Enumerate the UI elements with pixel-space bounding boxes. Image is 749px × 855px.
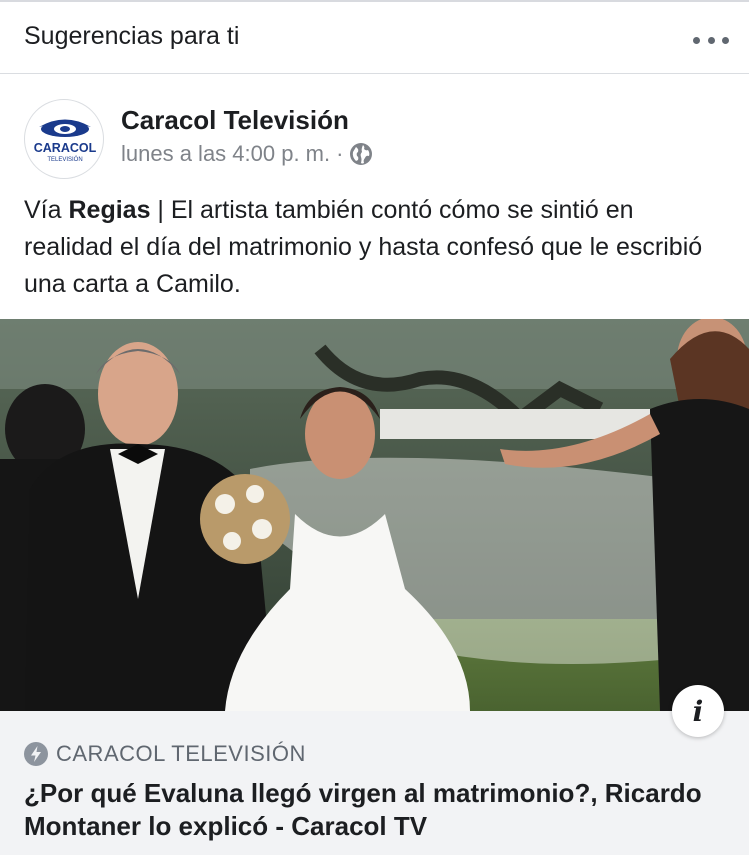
caracol-logo: CARACOL TELEVISIÓN <box>34 119 97 163</box>
suggestions-header: Sugerencias para ti <box>0 2 749 74</box>
logo-subword: TELEVISIÓN <box>47 156 82 163</box>
wedding-photo <box>0 319 749 711</box>
more-horizontal-icon[interactable] <box>693 28 729 52</box>
page-avatar[interactable]: CARACOL TELEVISIÓN <box>24 99 104 179</box>
suggestions-title: Sugerencias para ti <box>24 22 240 50</box>
post-header: CARACOL TELEVISIÓN Caracol Televisión lu… <box>0 75 749 185</box>
link-preview[interactable]: i CARACOL TELEVISIÓN ¿Por qué Evaluna ll… <box>0 685 749 855</box>
post-photo[interactable] <box>0 319 749 711</box>
post-meta: lunes a las 4:00 p. m. · <box>121 141 373 167</box>
instant-article-bolt-icon <box>24 742 48 766</box>
logo-word: CARACOL <box>34 141 97 155</box>
post-text: Vía Regias | El artista también contó có… <box>24 192 729 303</box>
globe-icon[interactable] <box>349 142 373 166</box>
link-domain-row: CARACOL TELEVISIÓN <box>24 741 306 767</box>
link-domain: CARACOL TELEVISIÓN <box>56 741 306 766</box>
page-name[interactable]: Caracol Televisión <box>121 105 349 136</box>
meta-separator: · <box>336 141 344 166</box>
info-icon[interactable]: i <box>672 685 724 737</box>
link-title[interactable]: ¿Por qué Evaluna llegó virgen al matrimo… <box>24 777 724 843</box>
source-link[interactable]: Regias <box>68 196 150 224</box>
post-timestamp[interactable]: lunes a las 4:00 p. m. <box>121 141 330 167</box>
post-text-prefix: Vía <box>24 196 69 224</box>
